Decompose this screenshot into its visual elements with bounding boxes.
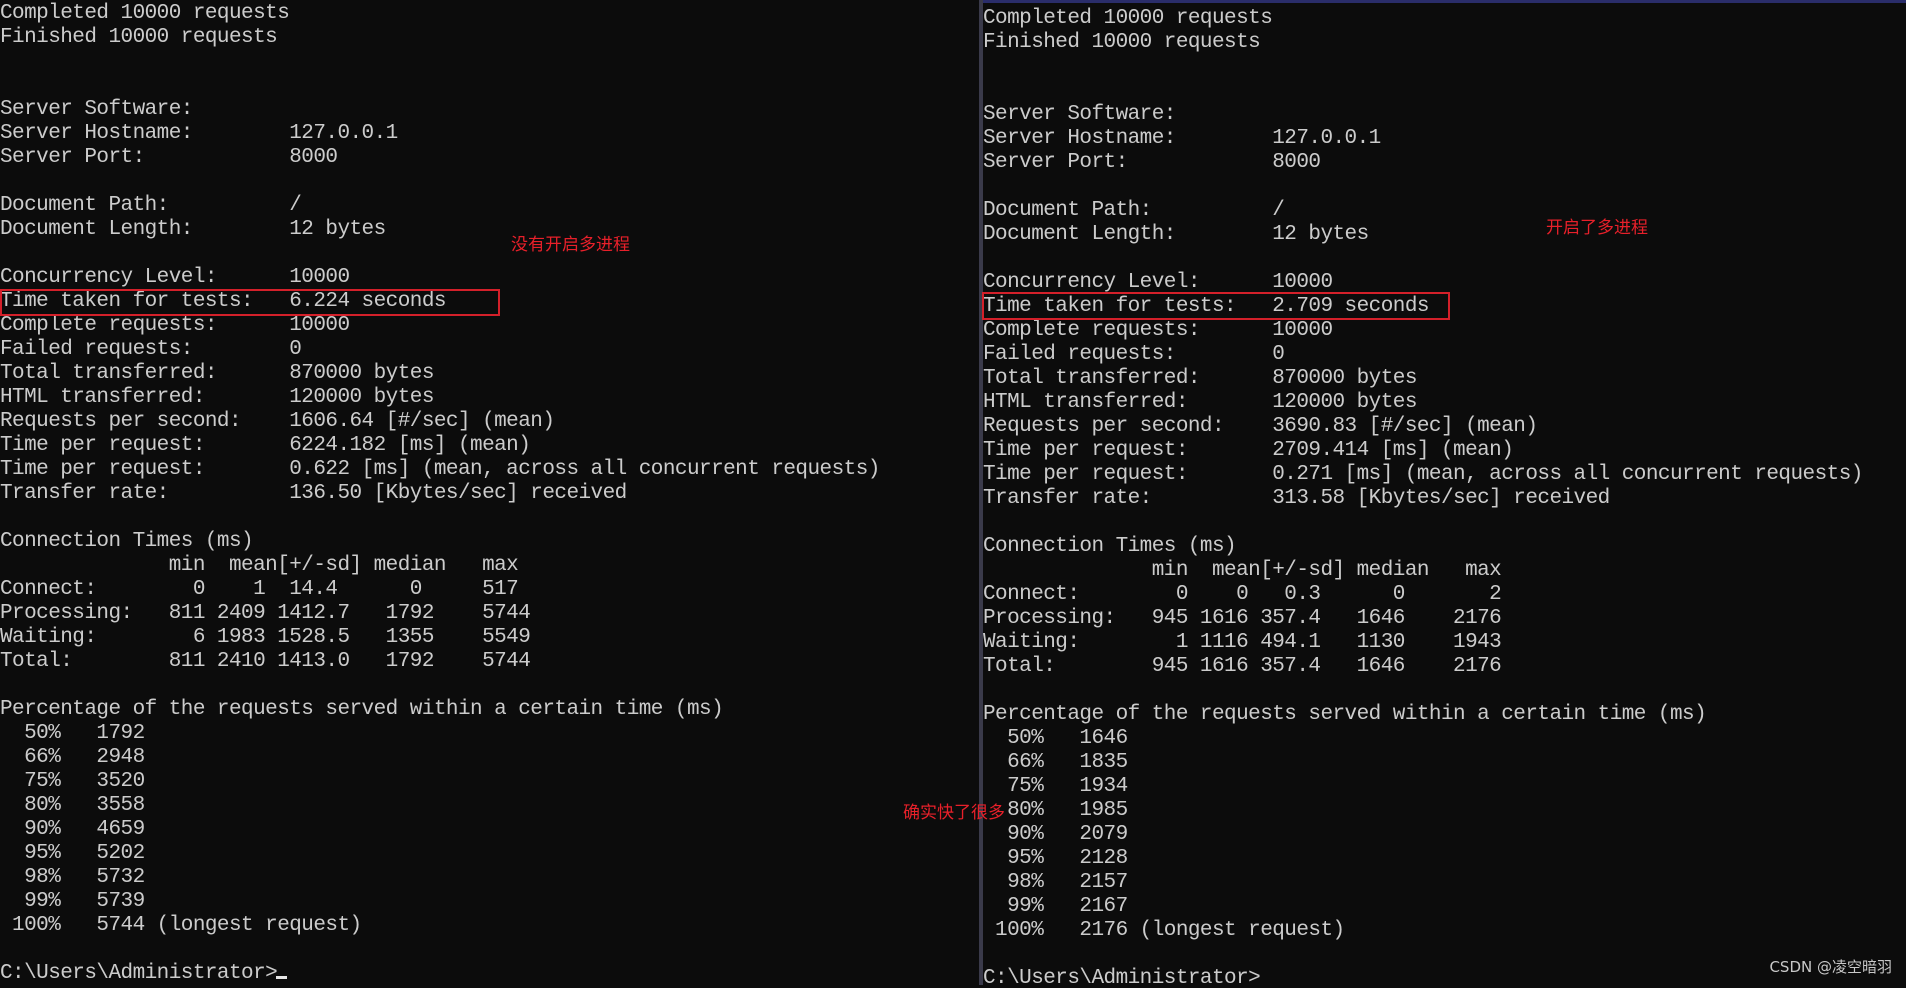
terminal-pane-right[interactable]: Completed 10000 requests Finished 10000 r…: [983, 0, 1906, 988]
terminal-line: Server Port: 8000: [0, 146, 338, 169]
terminal-line: Transfer rate: 313.58 [Kbytes/sec] recei…: [983, 487, 1610, 510]
terminal-line: Total transferred: 870000 bytes: [0, 362, 434, 385]
terminal-line: Completed 10000 requests: [0, 2, 290, 25]
terminal-line: 98% 5732: [0, 866, 145, 889]
terminal-cursor: [276, 976, 287, 979]
terminal-line: Complete requests: 10000: [983, 319, 1333, 342]
highlight-box-right: [982, 292, 1450, 320]
terminal-line: Server Hostname: 127.0.0.1: [983, 127, 1381, 150]
terminal-line: 98% 2157: [983, 871, 1128, 894]
terminal-line: 100% 5744 (longest request): [0, 914, 362, 937]
terminal-line: Server Software:: [983, 103, 1176, 126]
terminal-line: Total: 811 2410 1413.0 1792 5744: [0, 650, 531, 673]
terminal-line: Connection Times (ms): [0, 530, 254, 553]
highlight-box-left: [0, 289, 500, 316]
terminal-line: Server Hostname: 127.0.0.1: [0, 122, 398, 145]
annotation-left: 没有开启多进程: [511, 235, 630, 255]
annotation-right: 开启了多进程: [1546, 218, 1648, 238]
terminal-line: Percentage of the requests served within…: [983, 703, 1707, 726]
terminal-line: 90% 2079: [983, 823, 1128, 846]
terminal-line: Transfer rate: 136.50 [Kbytes/sec] recei…: [0, 482, 627, 505]
terminal-line: Percentage of the requests served within…: [0, 698, 724, 721]
watermark: CSDN @凌空暗羽: [1769, 958, 1892, 976]
terminal-line: 66% 1835: [983, 751, 1128, 774]
terminal-line: Document Path: /: [0, 194, 302, 217]
terminal-line: Completed 10000 requests: [983, 7, 1273, 30]
terminal-line: Document Path: /: [983, 199, 1285, 222]
terminal-line: Processing: 945 1616 357.4 1646 2176: [983, 607, 1502, 630]
terminal-line: HTML transferred: 120000 bytes: [983, 391, 1417, 414]
terminal-line: Failed requests: 0: [983, 343, 1285, 366]
terminal-line: Total transferred: 870000 bytes: [983, 367, 1417, 390]
terminal-line: min mean[+/-sd] median max: [983, 559, 1502, 582]
annotation-middle: 确实快了很多: [903, 803, 1005, 823]
terminal-line: Document Length: 12 bytes: [983, 223, 1369, 246]
terminal-line: 100% 2176 (longest request): [983, 919, 1345, 942]
terminal-line: Complete requests: 10000: [0, 314, 350, 337]
terminal-line: Time per request: 0.622 [ms] (mean, acro…: [0, 458, 880, 481]
terminal-pane-left[interactable]: Completed 10000 requests Finished 10000 r…: [0, 0, 979, 985]
terminal-line: Waiting: 6 1983 1528.5 1355 5549: [0, 626, 531, 649]
terminal-line: Time per request: 2709.414 [ms] (mean): [983, 439, 1514, 462]
terminal-line: Finished 10000 requests: [983, 31, 1261, 54]
terminal-line: Finished 10000 requests: [0, 26, 278, 49]
terminal-line: 95% 2128: [983, 847, 1128, 870]
terminal-line: Server Port: 8000: [983, 151, 1321, 174]
terminal-line: Connect: 0 1 14.4 0 517: [0, 578, 519, 601]
terminal-line: 50% 1646: [983, 727, 1128, 750]
terminal-line: min mean[+/-sd] median max: [0, 554, 519, 577]
terminal-line: Server Software:: [0, 98, 193, 121]
terminal-line: Connection Times (ms): [983, 535, 1237, 558]
terminal-line: Requests per second: 3690.83 [#/sec] (me…: [983, 415, 1538, 438]
terminal-line: 50% 1792: [0, 722, 145, 745]
terminal-line: 95% 5202: [0, 842, 145, 865]
terminal-line: 66% 2948: [0, 746, 145, 769]
terminal-line: 75% 3520: [0, 770, 145, 793]
terminal-line: Concurrency Level: 10000: [0, 266, 350, 289]
terminal-line: HTML transferred: 120000 bytes: [0, 386, 434, 409]
terminal-line: Connect: 0 0 0.3 0 2: [983, 583, 1502, 606]
terminal-line: Processing: 811 2409 1412.7 1792 5744: [0, 602, 531, 625]
terminal-line: Total: 945 1616 357.4 1646 2176: [983, 655, 1502, 678]
terminal-line: 80% 3558: [0, 794, 145, 817]
terminal-line: Waiting: 1 1116 494.1 1130 1943: [983, 631, 1502, 654]
terminal-line: 90% 4659: [0, 818, 145, 841]
terminal-line: Time per request: 6224.182 [ms] (mean): [0, 434, 531, 457]
terminal-line: Time per request: 0.271 [ms] (mean, acro…: [983, 463, 1863, 486]
terminal-line: Requests per second: 1606.64 [#/sec] (me…: [0, 410, 555, 433]
terminal-line: C:\Users\Administrator>: [0, 962, 278, 985]
terminal-line: Failed requests: 0: [0, 338, 302, 361]
terminal-line: 75% 1934: [983, 775, 1128, 798]
terminal-line: 99% 5739: [0, 890, 145, 913]
terminal-line: Document Length: 12 bytes: [0, 218, 386, 241]
terminal-line: 99% 2167: [983, 895, 1128, 918]
